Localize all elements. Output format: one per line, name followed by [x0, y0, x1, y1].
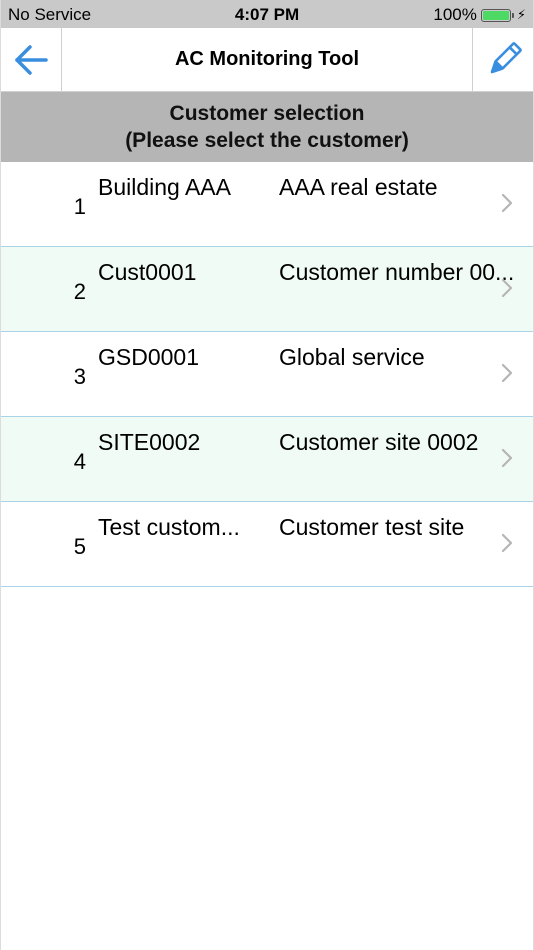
status-bar: No Service 4:07 PM 100% ⚡︎	[0, 0, 534, 28]
chevron-right-icon	[501, 363, 513, 383]
left-edge-divider	[0, 0, 1, 950]
customer-code: Cust0001	[98, 259, 197, 285]
row-number: 3	[73, 364, 86, 389]
edit-button[interactable]	[472, 28, 534, 91]
customer-code: GSD0001	[98, 344, 200, 370]
charging-bolt-icon: ⚡︎	[516, 7, 526, 22]
customer-row-4[interactable]: 4 SITE0002 Customer site 0002	[0, 417, 534, 502]
row-number: 2	[73, 279, 86, 304]
row-number: 5	[73, 534, 86, 559]
chevron-right-icon	[501, 193, 513, 213]
arrow-left-icon	[14, 44, 48, 75]
customer-code: SITE0002	[98, 429, 201, 455]
battery-indicator: 100% ⚡︎	[433, 5, 526, 25]
battery-icon	[480, 8, 514, 22]
customer-row-2[interactable]: 2 Cust0001 Customer number 00...	[0, 247, 534, 332]
row-number: 4	[73, 449, 86, 474]
battery-fill	[482, 10, 509, 20]
customer-code: Building AAA	[98, 174, 231, 200]
customer-code: Test custom...	[98, 514, 240, 540]
customer-row-3[interactable]: 3 GSD0001 Global service	[0, 332, 534, 417]
customer-row-5[interactable]: 5 Test custom... Customer test site	[0, 502, 534, 587]
chevron-right-icon	[501, 533, 513, 553]
customer-row-1[interactable]: 1 Building AAA AAA real estate	[0, 162, 534, 247]
customer-list: 1 Building AAA AAA real estate 2 Cust000…	[0, 162, 534, 587]
battery-percent: 100%	[433, 5, 477, 24]
section-header: Customer selection (Please select the cu…	[0, 92, 534, 162]
pencil-icon	[490, 41, 522, 73]
back-button[interactable]	[0, 28, 62, 91]
row-number: 1	[73, 194, 86, 219]
section-title: Customer selection	[169, 102, 365, 125]
chevron-right-icon	[501, 278, 513, 298]
chevron-right-icon	[501, 448, 513, 468]
nav-bar: AC Monitoring Tool	[0, 28, 534, 92]
page-title: AC Monitoring Tool	[174, 48, 360, 70]
section-subtitle: (Please select the customer)	[125, 129, 409, 152]
screen: No Service 4:07 PM 100% ⚡︎ AC Monitoring…	[0, 0, 534, 950]
